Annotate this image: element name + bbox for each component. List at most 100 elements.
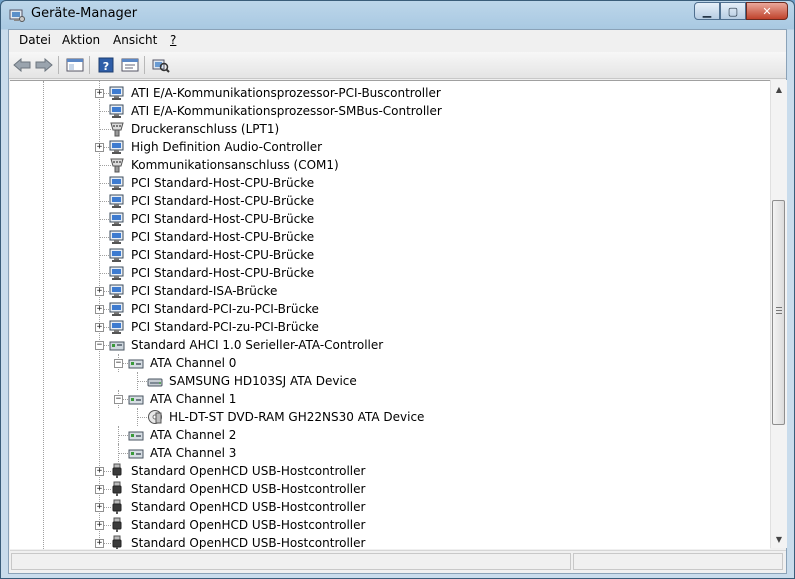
back-arrow-icon	[13, 58, 31, 72]
maximize-icon: ▢	[727, 4, 739, 18]
expand-button[interactable]: +	[95, 287, 104, 296]
close-button[interactable]: ✕	[746, 2, 788, 20]
ide-channel-icon	[128, 427, 144, 443]
port-icon	[109, 121, 125, 137]
toolbar-separator	[144, 56, 145, 74]
menu-datei-label: Datei	[19, 33, 52, 47]
menu-aktion-label: Aktion	[62, 33, 101, 47]
ide-channel-icon	[128, 445, 144, 461]
tree-item-label: PCI Standard-ISA-Brücke	[131, 284, 278, 298]
tree-item-label: ATI E/A-Kommunikationsprozessor-PCI-Busc…	[131, 86, 441, 100]
properties-button[interactable]	[120, 55, 140, 75]
tree-item-label: Druckeranschluss (LPT1)	[131, 122, 280, 136]
tree-item[interactable]: PCI Standard-Host-CPU-Brücke	[109, 192, 314, 210]
forward-button[interactable]	[34, 55, 54, 75]
tree-item-label: SAMSUNG HD103SJ ATA Device	[169, 374, 357, 388]
tree-item-label: ATA Channel 2	[150, 428, 237, 442]
expand-button[interactable]: +	[95, 89, 104, 98]
monitor-icon	[109, 229, 125, 245]
scrollbar-thumb[interactable]	[772, 200, 785, 425]
expand-button[interactable]: +	[95, 467, 104, 476]
tree-item[interactable]: High Definition Audio-Controller	[109, 138, 322, 156]
scroll-down-icon: ▼	[775, 534, 783, 544]
tree-item[interactable]: SAMSUNG HD103SJ ATA Device	[147, 372, 357, 390]
tree-item-label: PCI Standard-PCI-zu-PCI-Brücke	[131, 320, 319, 334]
tree-item[interactable]: Standard OpenHCD USB-Hostcontroller	[109, 534, 365, 549]
console-tree-button[interactable]	[65, 55, 85, 75]
scroll-down-button[interactable]: ▼	[771, 531, 787, 547]
menu-datei[interactable]: Datei	[19, 33, 51, 47]
monitor-icon	[109, 283, 125, 299]
collapse-button[interactable]: −	[114, 359, 123, 368]
title-bar[interactable]: Geräte-Manager ▁ ▢ ✕	[1, 1, 794, 29]
menu-ansicht[interactable]: Ansicht	[113, 33, 157, 47]
expand-button[interactable]: +	[95, 521, 104, 530]
client-area: Datei Aktion Ansicht ? ? + ATI E/A-Kommu…	[8, 29, 787, 574]
status-panel-main	[11, 553, 571, 570]
maximize-button[interactable]: ▢	[720, 2, 746, 20]
scroll-up-button[interactable]: ▲	[771, 81, 787, 97]
device-tree[interactable]: + ATI E/A-Kommunikationsprozessor-PCI-Bus…	[10, 80, 770, 549]
expand-button[interactable]: +	[95, 143, 104, 152]
vertical-scrollbar[interactable]: ▲ ▼	[770, 80, 787, 548]
ide-channel-icon	[128, 391, 144, 407]
tree-item-label: ATI E/A-Kommunikationsprozessor-SMBus-Co…	[131, 104, 442, 118]
collapse-button[interactable]: −	[114, 395, 123, 404]
usb-plug-icon	[109, 535, 125, 549]
tree-item[interactable]: PCI Standard-Host-CPU-Brücke	[109, 174, 314, 192]
tree-item[interactable]: HL-DT-ST DVD-RAM GH22NS30 ATA Device	[147, 408, 424, 426]
port-icon	[109, 157, 125, 173]
ide-channel-icon	[128, 355, 144, 371]
tree-item[interactable]: ATA Channel 2	[128, 426, 236, 444]
tree-item[interactable]: ATI E/A-Kommunikationsprozessor-PCI-Busc…	[109, 84, 441, 102]
tree-item[interactable]: PCI Standard-PCI-zu-PCI-Brücke	[109, 300, 319, 318]
tree-item-label: Standard AHCI 1.0 Serieller-ATA-Controll…	[131, 338, 384, 352]
tree-item-label: ATA Channel 0	[150, 356, 237, 370]
tree-item[interactable]: Kommunikationsanschluss (COM1)	[109, 156, 339, 174]
tree-item[interactable]: PCI Standard-Host-CPU-Brücke	[109, 210, 314, 228]
menu-help[interactable]: ?	[170, 33, 176, 47]
expand-button[interactable]: +	[95, 323, 104, 332]
tree-item-label: PCI Standard-Host-CPU-Brücke	[131, 194, 315, 208]
tree-item-label: Kommunikationsanschluss (COM1)	[131, 158, 339, 172]
thumb-grip	[776, 313, 782, 314]
tree-item[interactable]: Druckeranschluss (LPT1)	[109, 120, 279, 138]
collapse-button[interactable]: −	[95, 341, 104, 350]
tree-item-label: High Definition Audio-Controller	[131, 140, 323, 154]
back-button[interactable]	[12, 55, 32, 75]
tree-item[interactable]: ATA Channel 3	[128, 444, 236, 462]
scan-hardware-button[interactable]	[151, 55, 171, 75]
tree-guide-line	[137, 408, 138, 426]
minimize-button[interactable]: ▁	[694, 2, 720, 20]
tree-item[interactable]: PCI Standard-Host-CPU-Brücke	[109, 228, 314, 246]
tree-item[interactable]: ATA Channel 1	[128, 390, 236, 408]
tree-item-label: ATA Channel 3	[150, 446, 237, 460]
tree-item[interactable]: Standard OpenHCD USB-Hostcontroller	[109, 516, 365, 534]
expand-button[interactable]: +	[95, 539, 104, 548]
forward-arrow-icon	[35, 58, 53, 72]
tree-item[interactable]: Standard OpenHCD USB-Hostcontroller	[109, 498, 365, 516]
status-bar	[10, 550, 786, 573]
tree-item[interactable]: PCI Standard-Host-CPU-Brücke	[109, 264, 314, 282]
tree-item[interactable]: PCI Standard-Host-CPU-Brücke	[109, 246, 314, 264]
expand-button[interactable]: +	[95, 485, 104, 494]
help-button[interactable]: ?	[96, 55, 116, 75]
expand-button[interactable]: +	[95, 305, 104, 314]
monitor-icon	[109, 265, 125, 281]
tree-item[interactable]: Standard OpenHCD USB-Hostcontroller	[109, 462, 365, 480]
tree-item[interactable]: ATA Channel 0	[128, 354, 236, 372]
device-manager-icon	[9, 7, 25, 23]
tree-item[interactable]: Standard OpenHCD USB-Hostcontroller	[109, 480, 365, 498]
toolbar-separator	[58, 56, 59, 74]
menu-aktion[interactable]: Aktion	[62, 33, 100, 47]
expand-button[interactable]: +	[95, 503, 104, 512]
tree-item[interactable]: PCI Standard-ISA-Brücke	[109, 282, 277, 300]
tree-item[interactable]: Standard AHCI 1.0 Serieller-ATA-Controll…	[109, 336, 383, 354]
tree-item-label: PCI Standard-Host-CPU-Brücke	[131, 230, 315, 244]
menu-help-label: ?	[170, 33, 177, 47]
window-title: Geräte-Manager	[31, 6, 138, 21]
monitor-icon	[109, 193, 125, 209]
tree-item[interactable]: PCI Standard-PCI-zu-PCI-Brücke	[109, 318, 319, 336]
status-panel-secondary	[573, 553, 783, 570]
tree-item[interactable]: ATI E/A-Kommunikationsprozessor-SMBus-Co…	[109, 102, 442, 120]
